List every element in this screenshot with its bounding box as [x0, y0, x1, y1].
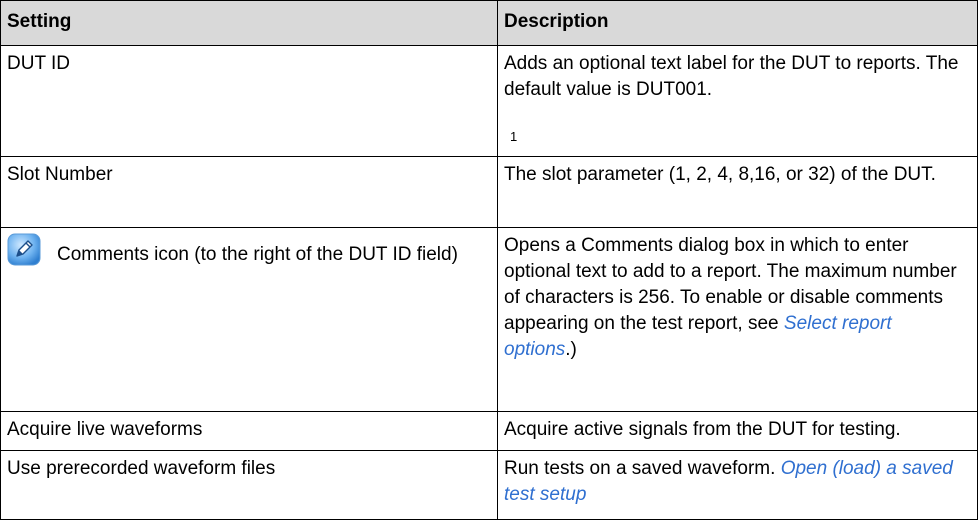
setting-cell: Comments icon (to the right of the DUT I…	[0, 227, 498, 412]
setting-cell: Use prerecorded waveform files	[0, 450, 498, 520]
comments-edit-icon[interactable]	[7, 233, 41, 266]
description-cell: Acquire active signals from the DUT for …	[497, 411, 978, 451]
description-cell: Adds an optional text label for the DUT …	[497, 45, 978, 157]
setting-dut-id: DUT ID	[7, 53, 70, 74]
table-row: Use prerecorded waveform files Run tests…	[0, 450, 978, 520]
table-row: Acquire live waveforms Acquire active si…	[0, 411, 978, 451]
header-setting: Setting	[0, 0, 498, 46]
description-comments-suffix: .)	[565, 339, 577, 360]
footnote-marker: 1	[510, 129, 518, 144]
setting-cell: Acquire live waveforms	[0, 411, 498, 451]
setting-prerecorded: Use prerecorded waveform files	[7, 458, 276, 479]
setting-slot-number: Slot Number	[7, 164, 113, 185]
description-cell: Run tests on a saved waveform. Open (loa…	[497, 450, 978, 520]
table-header-row: Setting Description	[0, 0, 978, 46]
table-row: DUT ID Adds an optional text label for t…	[0, 45, 978, 157]
description-slot-number: The slot parameter (1, 2, 4, 8,16, or 32…	[504, 164, 936, 185]
description-cell: Opens a Comments dialog box in which to …	[497, 227, 978, 412]
description-prerecorded: Run tests on a saved waveform.	[504, 458, 781, 479]
table-row: Slot Number The slot parameter (1, 2, 4,…	[0, 156, 978, 228]
description-acquire-live: Acquire active signals from the DUT for …	[504, 419, 901, 440]
settings-table: Setting Description DUT ID Adds an optio…	[0, 0, 978, 520]
setting-comments-icon: Comments icon (to the right of the DUT I…	[57, 244, 458, 265]
header-description: Description	[497, 0, 978, 46]
table-row: Comments icon (to the right of the DUT I…	[0, 227, 978, 412]
setting-acquire-live: Acquire live waveforms	[7, 419, 203, 440]
description-dut-id: Adds an optional text label for the DUT …	[504, 53, 959, 100]
setting-cell: Slot Number	[0, 156, 498, 228]
description-cell: The slot parameter (1, 2, 4, 8,16, or 32…	[497, 156, 978, 228]
setting-cell: DUT ID	[0, 45, 498, 157]
